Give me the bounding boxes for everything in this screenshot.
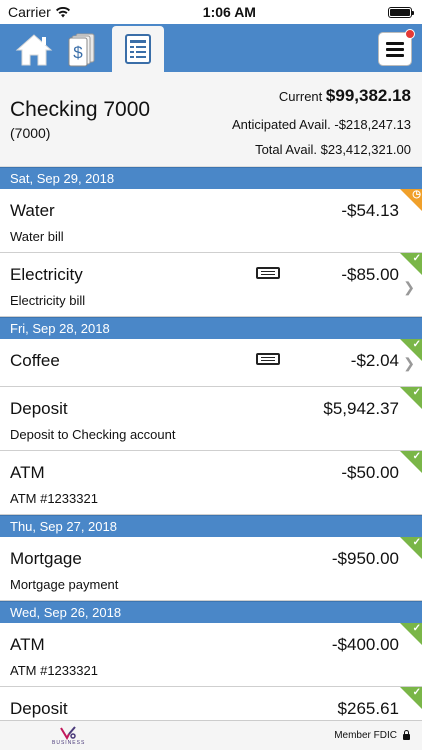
current-value: $99,382.18 bbox=[325, 86, 411, 105]
date-header: Fri, Sep 28, 2018 bbox=[0, 317, 422, 339]
transaction-row[interactable]: ATM -$400.00 ATM #1233321 ✓ bbox=[0, 623, 422, 687]
transaction-amount: -$950.00 bbox=[331, 549, 399, 568]
logo-mark-icon bbox=[59, 725, 76, 740]
fdic-label: Member FDIC bbox=[334, 730, 397, 741]
carrier-info: Carrier bbox=[8, 4, 71, 20]
logo-text: BUSINESS bbox=[52, 739, 86, 746]
transaction-amount: $265.61 bbox=[337, 699, 399, 718]
tab-home[interactable] bbox=[12, 28, 56, 72]
account-summary: Checking 7000 (7000) Current $99,382.18 … bbox=[0, 72, 422, 167]
transaction-amount: -$85.00 bbox=[341, 265, 399, 284]
tab-money[interactable]: $ bbox=[60, 28, 104, 72]
hamburger-icon bbox=[386, 41, 404, 57]
checkmark-icon: ✓ bbox=[412, 387, 421, 398]
date-header: Thu, Sep 27, 2018 bbox=[0, 515, 422, 537]
register-icon bbox=[125, 34, 151, 64]
transaction-row[interactable]: Deposit $5,942.37 Deposit to Checking ac… bbox=[0, 387, 422, 451]
checkmark-icon: ✓ bbox=[412, 537, 421, 548]
transaction-description: Water bill bbox=[10, 229, 64, 244]
chevron-right-icon[interactable]: ❯ bbox=[403, 279, 415, 296]
transaction-description: Deposit to Checking account bbox=[10, 427, 176, 442]
checkmark-icon: ✓ bbox=[412, 253, 421, 264]
checkmark-icon: ✓ bbox=[412, 339, 421, 350]
transaction-row[interactable]: Water -$54.13 Water bill ◷ bbox=[0, 189, 422, 253]
transaction-description: ATM #1233321 bbox=[10, 663, 98, 678]
bank-logo: BUSINESS bbox=[52, 725, 86, 746]
footer: BUSINESS Member FDIC bbox=[0, 720, 422, 750]
total-balance: Total Avail. $23,412,321.00 bbox=[255, 142, 411, 157]
account-number: (7000) bbox=[10, 125, 51, 141]
total-label: Total Avail. bbox=[255, 142, 317, 157]
home-icon bbox=[15, 34, 53, 66]
checkmark-icon: ✓ bbox=[412, 623, 421, 634]
clock-icon: ◷ bbox=[412, 189, 421, 200]
transaction-description: Mortgage payment bbox=[10, 577, 119, 592]
current-balance: Current $99,382.18 bbox=[279, 86, 411, 106]
status-bar: Carrier 1:06 AM bbox=[0, 0, 422, 24]
current-label: Current bbox=[278, 89, 323, 104]
memo-icon bbox=[256, 267, 280, 279]
date-header: Sat, Sep 29, 2018 bbox=[0, 167, 422, 189]
notification-badge bbox=[405, 29, 415, 39]
menu-button[interactable] bbox=[378, 29, 415, 66]
transaction-row[interactable]: Mortgage -$950.00 Mortgage payment ✓ bbox=[0, 537, 422, 601]
nav-bar: $ bbox=[0, 24, 422, 72]
checkmark-icon: ✓ bbox=[412, 687, 421, 698]
checkmark-icon: ✓ bbox=[412, 451, 421, 462]
transaction-title: Mortgage bbox=[10, 549, 82, 568]
account-name: Checking 7000 bbox=[10, 98, 151, 121]
anticipated-balance: Anticipated Avail. -$218,247.13 bbox=[232, 117, 411, 132]
date-header: Wed, Sep 26, 2018 bbox=[0, 601, 422, 623]
battery-icon bbox=[387, 6, 414, 18]
transaction-title: ATM bbox=[10, 635, 45, 654]
transaction-description: ATM #1233321 bbox=[10, 491, 98, 506]
transaction-title: Water bbox=[10, 201, 55, 220]
status-time: 1:06 AM bbox=[202, 4, 256, 20]
transaction-row[interactable]: ATM -$50.00 ATM #1233321 ✓ bbox=[0, 451, 422, 515]
transaction-description: Electricity bill bbox=[10, 293, 86, 308]
svg-text:$: $ bbox=[73, 43, 83, 62]
carrier-label: Carrier bbox=[8, 4, 51, 20]
transaction-title: Deposit bbox=[10, 699, 68, 718]
transaction-amount: -$400.00 bbox=[331, 635, 399, 654]
transaction-title: Deposit bbox=[10, 399, 68, 418]
transaction-row[interactable]: Electricity -$85.00 Electricity bill ❯ ✓ bbox=[0, 253, 422, 317]
memo-icon bbox=[256, 353, 280, 365]
total-value: $23,412,321.00 bbox=[320, 142, 411, 157]
fdic-notice: Member FDIC bbox=[334, 730, 410, 741]
wifi-icon bbox=[55, 6, 70, 18]
anticipated-label: Anticipated Avail. bbox=[231, 117, 331, 132]
anticipated-value: -$218,247.13 bbox=[334, 117, 411, 132]
transaction-amount: $5,942.37 bbox=[323, 399, 399, 418]
transaction-row[interactable]: Coffee -$2.04 ❯ ✓ bbox=[0, 339, 422, 387]
transaction-list[interactable]: Sat, Sep 29, 2018 Water -$54.13 Water bi… bbox=[0, 167, 422, 750]
lock-icon bbox=[403, 730, 410, 740]
transaction-title: Electricity bbox=[10, 265, 83, 284]
transaction-amount: -$50.00 bbox=[341, 463, 399, 482]
tab-register[interactable] bbox=[112, 26, 164, 72]
transaction-title: Coffee bbox=[10, 351, 60, 370]
transaction-amount: -$2.04 bbox=[350, 351, 399, 370]
transaction-amount: -$54.13 bbox=[341, 201, 399, 220]
money-icon: $ bbox=[68, 33, 95, 67]
transaction-title: ATM bbox=[10, 463, 45, 482]
